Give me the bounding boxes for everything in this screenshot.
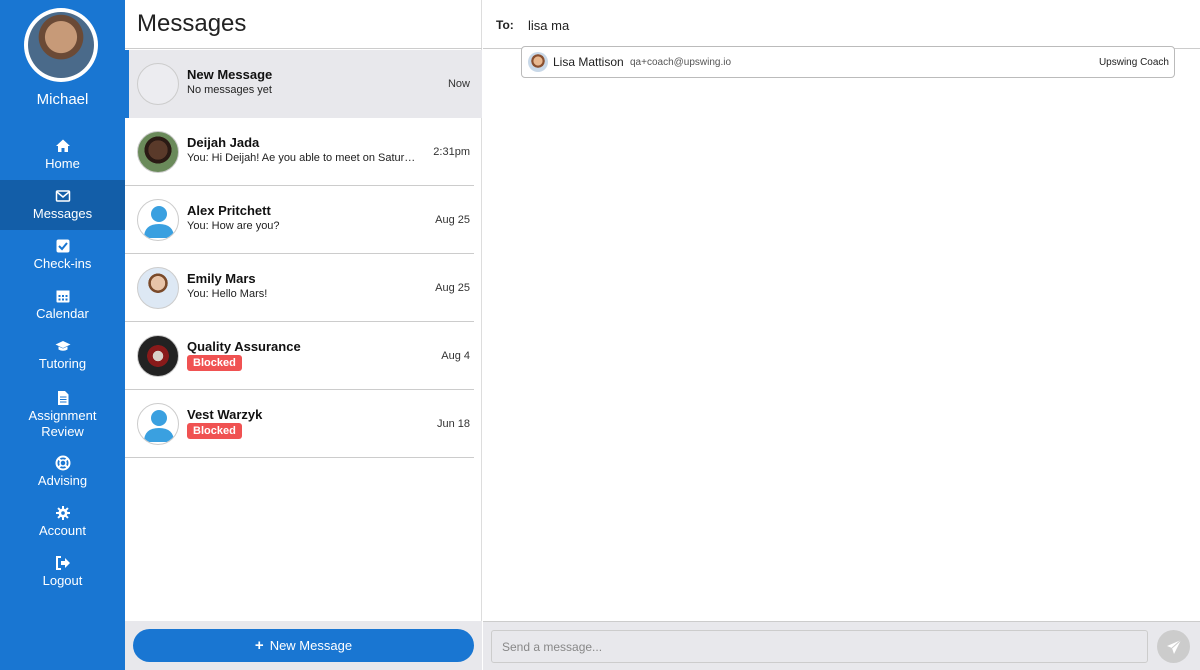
sidebar-item-messages[interactable]: Messages (0, 180, 125, 230)
conversation-time: Jun 18 (436, 418, 470, 430)
sidebar-item-label: Review (41, 423, 84, 439)
avatar (137, 199, 179, 241)
life-ring-icon (55, 455, 70, 471)
conversation-name: Deijah Jada (187, 135, 260, 150)
blocked-badge: Blocked (187, 423, 242, 439)
sidebar-item-calendar[interactable]: Calendar (0, 280, 125, 330)
avatar-placeholder (137, 63, 179, 105)
sidebar-item-label: Logout (42, 573, 83, 588)
suggestion-name: Lisa Mattison (553, 55, 624, 69)
conversation-name: Quality Assurance (187, 339, 301, 354)
compose-footer (483, 621, 1200, 670)
conversation-item[interactable]: Vest Warzyk Blocked Jun 18 (125, 390, 474, 458)
conversation-list: New Message No messages yet Now Deijah J… (125, 50, 482, 458)
recipient-bar: To: (483, 0, 1200, 49)
sidebar-item-label: Messages (32, 206, 93, 221)
conversation-name: Emily Mars (187, 271, 256, 286)
conversation-preview: No messages yet (187, 84, 272, 96)
user-name: Michael (36, 91, 89, 108)
sidebar-item-label: Home (45, 156, 80, 171)
new-message-button[interactable]: + New Message (133, 629, 474, 662)
conversation-time: Aug 25 (435, 214, 470, 226)
send-button[interactable] (1157, 630, 1190, 663)
avatar (137, 335, 179, 377)
sidebar-item-label: Account (39, 523, 86, 538)
sidebar-item-label: Tutoring (38, 356, 87, 371)
home-icon (55, 139, 70, 152)
sidebar-item-home[interactable]: Home (0, 130, 125, 180)
default-user-icon (144, 206, 174, 238)
sidebar-item-tutoring[interactable]: Tutoring (0, 330, 125, 380)
sidebar-item-account[interactable]: Account (0, 497, 125, 547)
sidebar-item-assignment-review[interactable]: Assignment Review (0, 380, 125, 447)
blocked-badge: Blocked (187, 355, 242, 371)
plus-icon: + (254, 637, 264, 654)
sidebar-item-label: Assignment (28, 407, 97, 423)
sidebar-nav: Home Messages Check-ins Calendar Tutorin… (0, 130, 125, 597)
document-icon (57, 390, 68, 405)
sidebar-item-label: Advising (37, 473, 88, 488)
page-title: Messages (137, 10, 247, 37)
calendar-icon (56, 290, 69, 303)
recipient-input[interactable] (523, 10, 1123, 40)
envelope-icon (55, 190, 70, 202)
conversation-name: New Message (187, 67, 273, 82)
user-avatar[interactable] (24, 8, 98, 82)
sidebar-item-logout[interactable]: Logout (0, 547, 125, 597)
default-user-icon (144, 410, 174, 442)
check-square-icon (56, 239, 69, 253)
sidebar-item-label: Calendar (36, 306, 89, 321)
sidebar-item-check-ins[interactable]: Check-ins (0, 230, 125, 280)
conversation-time: Aug 4 (441, 350, 470, 362)
message-input[interactable] (491, 630, 1148, 663)
recipient-suggestion[interactable]: Lisa Mattison qa+coach@upswing.io Upswin… (521, 46, 1175, 78)
avatar (137, 131, 179, 173)
graduation-cap-icon (55, 341, 70, 351)
divider (125, 48, 482, 49)
list-footer: + New Message (125, 621, 482, 670)
conversation-time: Now (447, 78, 470, 90)
conversation-preview: You: Hi Deijah! Ae you able to meet on S… (187, 152, 421, 164)
suggestion-email: qa+coach@upswing.io (630, 57, 732, 68)
conversation-preview: You: How are you? (187, 220, 280, 232)
conversation-item[interactable]: Quality Assurance Blocked Aug 4 (125, 322, 474, 390)
avatar (528, 52, 548, 72)
gear-icon (55, 506, 70, 520)
conversation-item[interactable]: Emily Mars You: Hello Mars! Aug 25 (125, 254, 474, 322)
conversation-item[interactable]: New Message No messages yet Now (125, 50, 482, 118)
compose-panel: To: Lisa Mattison qa+coach@upswing.io Up… (483, 0, 1200, 670)
suggestion-role: Upswing Coach (1098, 57, 1169, 68)
conversation-preview: You: Hello Mars! (187, 288, 268, 300)
avatar (137, 267, 179, 309)
conversation-name: Alex Pritchett (187, 203, 271, 218)
sidebar: Michael Home Messages Check-ins Calendar… (0, 0, 125, 670)
user-avatar-image (28, 12, 94, 78)
sidebar-item-advising[interactable]: Advising (0, 447, 125, 497)
conversation-item[interactable]: Deijah Jada You: Hi Deijah! Ae you able … (125, 118, 474, 186)
conversation-item[interactable]: Alex Pritchett You: How are you? Aug 25 (125, 186, 474, 254)
sidebar-item-label: Check-ins (33, 256, 92, 271)
sign-out-icon (55, 556, 70, 570)
conversation-name: Vest Warzyk (187, 407, 263, 422)
new-message-label: New Message (269, 638, 353, 653)
to-label: To: (496, 18, 514, 32)
conversation-list-panel: Messages New Message No messages yet Now… (125, 0, 482, 670)
conversation-time: Aug 25 (435, 282, 470, 294)
conversation-time: 2:31pm (433, 146, 470, 158)
avatar (137, 403, 179, 445)
paper-plane-icon (1166, 639, 1181, 654)
